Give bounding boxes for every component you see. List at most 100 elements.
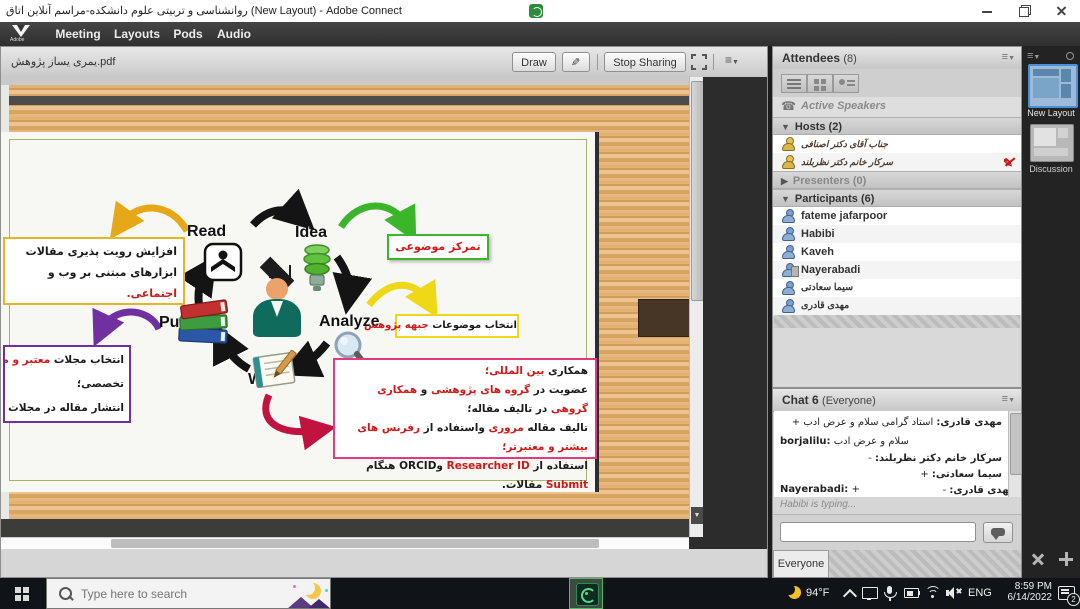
chat-send-button[interactable] <box>983 522 1013 543</box>
participant-icon <box>782 299 795 313</box>
chat-tab-everyone[interactable]: Everyone <box>773 550 829 577</box>
stop-sharing-button[interactable]: Stop Sharing <box>604 52 686 72</box>
draw-button[interactable]: Draw <box>512 52 556 72</box>
layout-thumb-discussion[interactable] <box>1030 124 1074 162</box>
active-speakers-row: ☎ Active Speakers <box>773 97 1021 118</box>
notification-badge: 2 <box>1067 593 1080 606</box>
attendee-row-host1[interactable]: جناب آقای دکتر اصنافی <box>773 135 1021 154</box>
journals-line1: انتخاب مجلات معتبر و مش <box>10 348 124 372</box>
pod-empty-area <box>703 77 767 537</box>
restore-button[interactable] <box>1006 0 1040 22</box>
write-notepad-icon <box>251 347 299 393</box>
participant-icon <box>782 209 795 223</box>
arrow-analyze-to-write <box>298 343 327 367</box>
tray-wifi-icon[interactable] <box>924 586 940 600</box>
taskbar-search[interactable] <box>46 578 331 609</box>
fullscreen-icon[interactable] <box>691 54 707 70</box>
tray-clock[interactable]: 8:59 PM 6/14/2022 <box>1000 581 1052 603</box>
topic-focus-textbox: تمرکز موضوعی <box>387 234 489 260</box>
close-button[interactable] <box>1044 0 1078 22</box>
active-speakers-label: Active Speakers <box>801 100 886 112</box>
attendee-row[interactable]: مهدی قادری <box>773 297 1021 316</box>
chat-menu-icon[interactable]: ≡▼ <box>1002 393 1015 405</box>
attendees-resize-grip <box>774 315 1020 328</box>
graduate-figure <box>249 257 305 337</box>
arrow-idea-to-topic-box <box>341 206 408 227</box>
presenters-section-header[interactable]: ▶Presenters (0) <box>773 171 1021 189</box>
close-layout-icon[interactable] <box>1030 551 1046 567</box>
tray-chevron-icon[interactable] <box>843 589 857 603</box>
attendee-row-host2[interactable]: سرکار خانم دکتر نظربلند ✎ <box>773 153 1021 172</box>
attendee-row[interactable]: Kaveh <box>773 243 1021 262</box>
chat-scope: (Everyone) <box>822 395 876 407</box>
chat-scrollbar-thumb[interactable] <box>1010 413 1022 475</box>
arrow-analyze-to-topics-box <box>369 285 429 305</box>
tray-temperature[interactable]: 94°F <box>806 587 829 599</box>
arrow-read-to-idea <box>253 210 300 225</box>
arrow-idea-to-analyze <box>337 257 350 295</box>
tray-mute-icon[interactable] <box>946 587 962 599</box>
share-pod-title: پژوهش‎ یساز‎ یمری‎.pdf <box>11 55 115 68</box>
menu-audio[interactable]: Audio <box>214 22 254 46</box>
drawing-disabled-icon: ✎ <box>1003 154 1013 172</box>
list-view-button[interactable] <box>781 74 807 93</box>
collab-line1: همکاری بین المللی؛ <box>342 362 588 381</box>
add-layout-icon[interactable] <box>1058 551 1074 567</box>
pen-tool-button[interactable]: ✎ <box>562 52 590 72</box>
tray-microphone-icon[interactable] <box>884 586 897 601</box>
menu-meeting[interactable]: Meeting <box>52 22 104 46</box>
attendee-row[interactable]: Nayerabadi <box>773 261 1021 280</box>
adobe-logo-text: Adobe <box>10 37 24 43</box>
layout-label-new[interactable]: New Layout <box>1022 108 1080 118</box>
share-pod-content: Read Idea Analyze Write Publish <box>1 77 767 549</box>
menubar: Adobe Meeting Layouts Pods Audio ▼ ▼ <box>0 22 1080 47</box>
participant-icon <box>782 245 795 259</box>
menu-pods[interactable]: Pods <box>170 22 206 46</box>
attendees-menu-icon[interactable]: ≡▼ <box>1002 51 1015 63</box>
layout-thumb-new-layout[interactable] <box>1028 64 1078 108</box>
tray-meetnow-icon[interactable] <box>862 587 878 599</box>
chat-input[interactable] <box>780 522 976 542</box>
grid-view-button[interactable] <box>807 74 833 93</box>
horizontal-scrollbar-thumb[interactable] <box>111 539 599 548</box>
minimize-button[interactable] <box>970 0 1004 22</box>
tray-notifications-icon[interactable]: 2 <box>1058 586 1075 600</box>
layouts-sidebar: ≡▼ New Layout Discussion <box>1022 46 1080 578</box>
pen-icon: ✎ <box>571 53 580 73</box>
start-button[interactable] <box>0 578 46 609</box>
taskbar-connect-tile[interactable] <box>569 578 603 609</box>
participants-section-header[interactable]: ▼Participants (6) <box>773 189 1021 207</box>
attendees-pod: Attendees (8) ≡▼ <box>772 46 1022 388</box>
tray-language[interactable]: ENG <box>968 587 992 599</box>
label-idea: Idea <box>295 224 327 242</box>
chat-message: سیما سعادتی: + <box>780 469 1002 480</box>
layouts-menu-icon[interactable]: ≡▼ <box>1027 50 1040 62</box>
tray-date: 6/14/2022 <box>1000 592 1052 603</box>
journals-textbox: انتخاب مجلات معتبر و مش تخصصی؛ انتشار مق… <box>3 345 131 423</box>
attendee-row[interactable]: Habibi <box>773 225 1021 244</box>
chat-scrollbar[interactable] <box>1008 411 1021 497</box>
horizontal-scrollbar[interactable] <box>1 537 689 549</box>
share-pod-menu-icon[interactable]: ≡▼ <box>725 53 739 67</box>
attendees-toolbar <box>773 69 1021 98</box>
adobe-logo-icon[interactable]: Adobe <box>10 25 32 43</box>
journals-line3: انتشار مقاله در مجلات دسترسی <box>10 396 124 420</box>
pin-icon[interactable] <box>1066 52 1074 60</box>
visibility-textbox: افزایش رویت پذیری مقالات ابزارهای مبتنی … <box>3 237 185 305</box>
document-viewport[interactable]: Read Idea Analyze Write Publish <box>1 77 689 537</box>
weather-moon-icon[interactable] <box>786 586 801 601</box>
scroll-down-button[interactable]: ▼ <box>691 507 703 524</box>
collab-line2: عضویت در گروه های پژوهشی و همکاری گروهی … <box>342 381 588 419</box>
taskbar: W 94°F ENG <box>0 578 1080 609</box>
status-view-button[interactable] <box>833 74 859 93</box>
search-input[interactable] <box>79 584 243 604</box>
journals-line2: تخصصی؛ <box>10 372 124 396</box>
tray-battery-icon[interactable] <box>904 588 919 598</box>
arrow-write-to-pink-box <box>266 395 319 432</box>
hosts-section-header[interactable]: ▼Hosts (2) <box>773 117 1021 135</box>
menu-layouts[interactable]: Layouts <box>112 22 162 46</box>
attendee-row[interactable]: سیما سعادتی <box>773 279 1021 298</box>
vertical-scrollbar[interactable]: ▼ <box>689 77 703 537</box>
attendee-row[interactable]: fateme jafarpoor <box>773 207 1021 226</box>
layout-label-discussion[interactable]: Discussion <box>1022 164 1080 174</box>
